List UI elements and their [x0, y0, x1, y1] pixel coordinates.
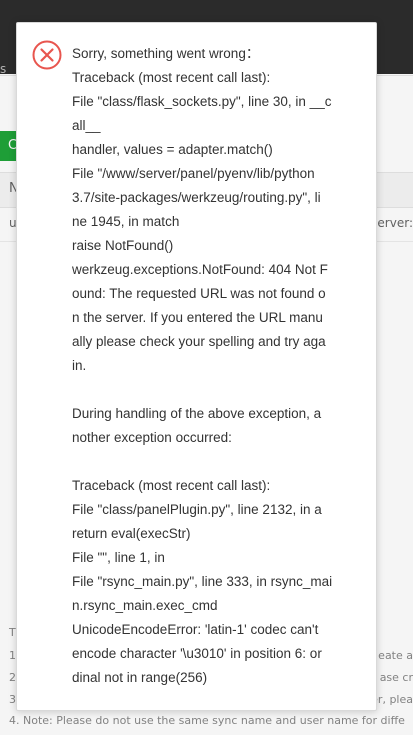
error-line: all__ [72, 118, 101, 133]
error-dialog: Sorry, something went wrong： Traceback (… [16, 22, 377, 711]
error-line: ne 1945, in match [72, 214, 180, 229]
error-line: dinal not in range(256) [72, 670, 208, 685]
error-line: Sorry, something went wrong： [72, 46, 260, 61]
error-line: Traceback (most recent call last): [72, 70, 271, 85]
error-line: File "/www/server/panel/pyenv/lib/python [72, 166, 315, 181]
error-line [72, 450, 365, 474]
error-line: File "class/flask_sockets.py", line 30, … [72, 94, 332, 109]
error-line [72, 378, 365, 402]
error-line: Traceback (most recent call last): [72, 478, 271, 493]
error-line: UnicodeEncodeError: 'latin-1' codec can'… [72, 622, 319, 637]
error-circle-x-icon [32, 40, 62, 70]
error-line: File "", line 1, in [72, 550, 165, 565]
error-line: 3.7/site-packages/werkzeug/routing.py", … [72, 190, 321, 205]
error-line: encode character '\u3010' in position 6:… [72, 646, 322, 661]
error-line: return eval(execStr) [72, 526, 191, 541]
error-line: in. [72, 358, 87, 373]
error-line: File "class/panelPlugin.py", line 2132, … [72, 502, 322, 517]
error-line: File "rsync_main.py", line 333, in rsync… [72, 574, 333, 589]
error-line: During handling of the above exception, … [72, 406, 322, 421]
error-line: ound: The requested URL was not found o [72, 286, 326, 301]
error-line: handler, values = adapter.match() [72, 142, 273, 157]
error-line: nother exception occurred: [72, 430, 232, 445]
error-message: Sorry, something went wrong： Traceback (… [72, 42, 365, 690]
error-line: werkzeug.exceptions.NotFound: 404 Not F [72, 262, 328, 277]
error-line: ally please check your spelling and try … [72, 334, 326, 349]
error-line: raise NotFound() [72, 238, 174, 253]
error-line: n the server. If you entered the URL man… [72, 310, 323, 325]
error-line: n.rsync_main.exec_cmd [72, 598, 218, 613]
